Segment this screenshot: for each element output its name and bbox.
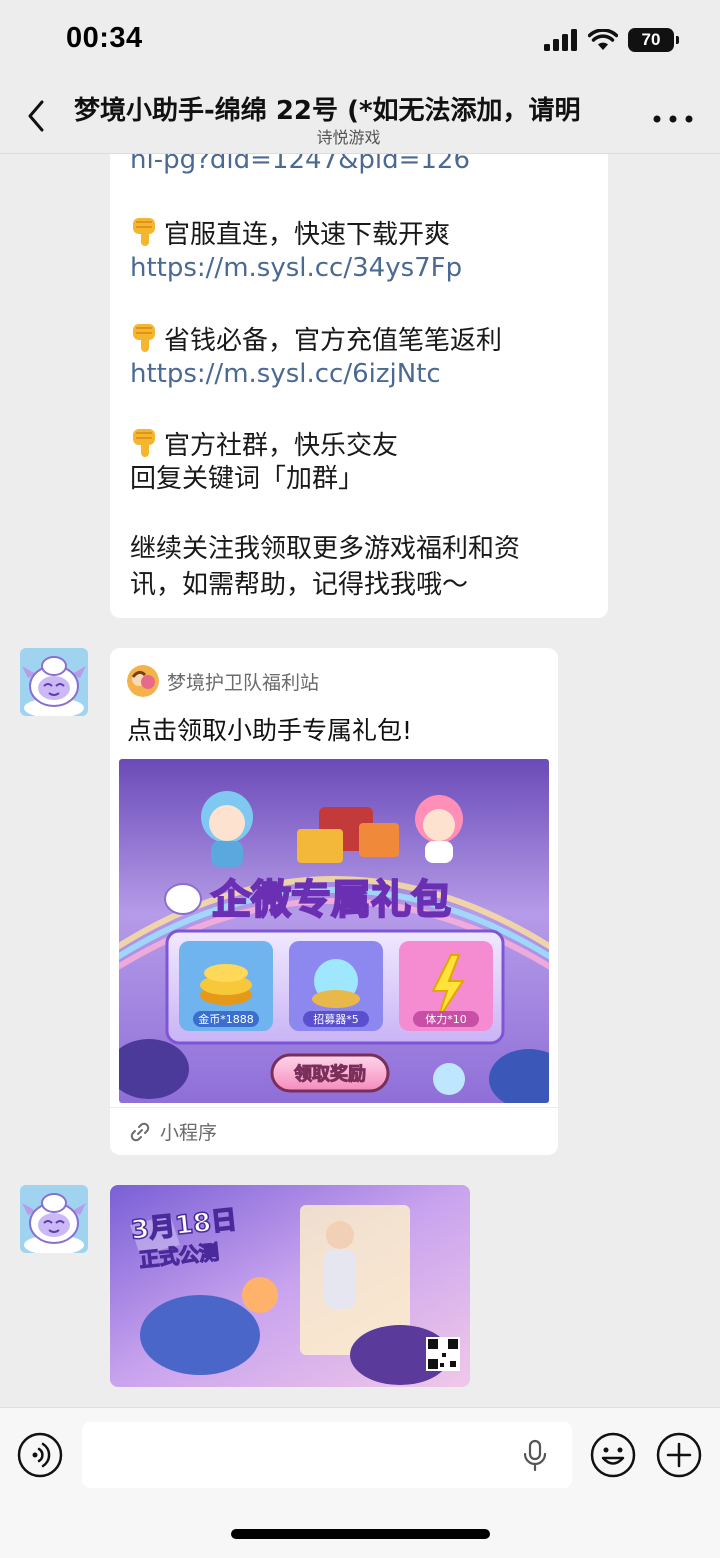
claim-reward-button[interactable]: 领取奖励	[294, 1063, 367, 1086]
gift-pack-banner[interactable]: 企微专属礼包 金币*1888 招募器*5 体力*10 领取奖励	[119, 759, 549, 1103]
emoji-icon[interactable]	[589, 1431, 637, 1479]
message-line: 省钱必备，官方充值笔笔返利	[130, 320, 502, 359]
message-text: 继续关注我领取更多游戏福利和资	[130, 534, 521, 564]
pointing-hand-icon	[133, 429, 155, 457]
message-text: 官方社群，快乐交友	[164, 431, 399, 461]
chat-title: 梦境小助手-绵绵 22号 (*如无法添加，请明	[74, 96, 581, 126]
cellular-signal-icon	[544, 29, 577, 51]
message-text: 回复关键词「加群」	[130, 464, 365, 494]
mascot-avatar-image	[20, 648, 88, 716]
card-source-name: 梦境护卫队福利站	[167, 672, 320, 694]
message-line: 官方社群，快乐交友	[130, 425, 398, 464]
avatar[interactable]	[20, 648, 88, 716]
text-message-bubble[interactable]: hi-pg?did=1247&pid=126 官服直连，快速下载开爽 https…	[110, 154, 608, 618]
image-message[interactable]: 3月18日 正式公测	[110, 1185, 470, 1387]
card-title: 点击领取小助手专属礼包!	[127, 716, 413, 745]
wifi-icon	[588, 29, 618, 50]
message-line: 官服直连，快速下载开爽	[130, 214, 450, 253]
pointing-hand-icon	[133, 218, 155, 246]
card-footer: 小程序	[110, 1107, 558, 1155]
message-input[interactable]	[82, 1422, 572, 1488]
link-text[interactable]: https://m.sysl.cc/34ys7Fp	[130, 250, 462, 286]
message-text: 省钱必备，官方充值笔笔返利	[164, 326, 503, 356]
reward-item-recruiter: 招募器*5	[313, 1012, 359, 1026]
avatar[interactable]	[20, 1185, 88, 1253]
mascot-avatar-image	[20, 1185, 88, 1253]
link-text[interactable]: hi-pg?did=1247&pid=126	[130, 154, 470, 178]
link-icon	[130, 1122, 150, 1142]
home-indicator[interactable]	[231, 1529, 490, 1539]
battery-indicator: 70	[628, 28, 679, 52]
mic-icon[interactable]	[522, 1439, 548, 1473]
voice-icon[interactable]	[17, 1432, 63, 1478]
message-text: 官服直连，快速下载开爽	[164, 220, 451, 250]
mini-program-label: 小程序	[160, 1122, 218, 1144]
status-icons: 70	[544, 28, 679, 52]
banner-title: 企微专属礼包	[211, 877, 451, 923]
reward-item-coins: 金币*1888	[198, 1012, 254, 1026]
status-time: 00:34	[66, 22, 143, 54]
battery-level: 70	[641, 30, 661, 49]
mini-program-card[interactable]: 梦境护卫队福利站 点击领取小助手专属礼包! 企微专属礼包 金币*1888 招募器…	[110, 648, 558, 1155]
reward-item-stamina: 体力*10	[425, 1012, 467, 1026]
plus-icon[interactable]	[655, 1431, 703, 1479]
chat-subtitle: 诗悦游戏	[316, 128, 381, 147]
message-text: 讯，如需帮助，记得找我哦～	[130, 570, 469, 600]
pointing-hand-icon	[133, 324, 155, 352]
source-logo	[127, 665, 159, 697]
more-icon[interactable]	[652, 114, 694, 124]
link-text[interactable]: https://m.sysl.cc/6izjNtc	[130, 356, 441, 392]
chat-header: 梦境小助手-绵绵 22号 (*如无法添加，请明 诗悦游戏	[0, 76, 720, 154]
status-bar: 00:34 70	[0, 0, 720, 76]
